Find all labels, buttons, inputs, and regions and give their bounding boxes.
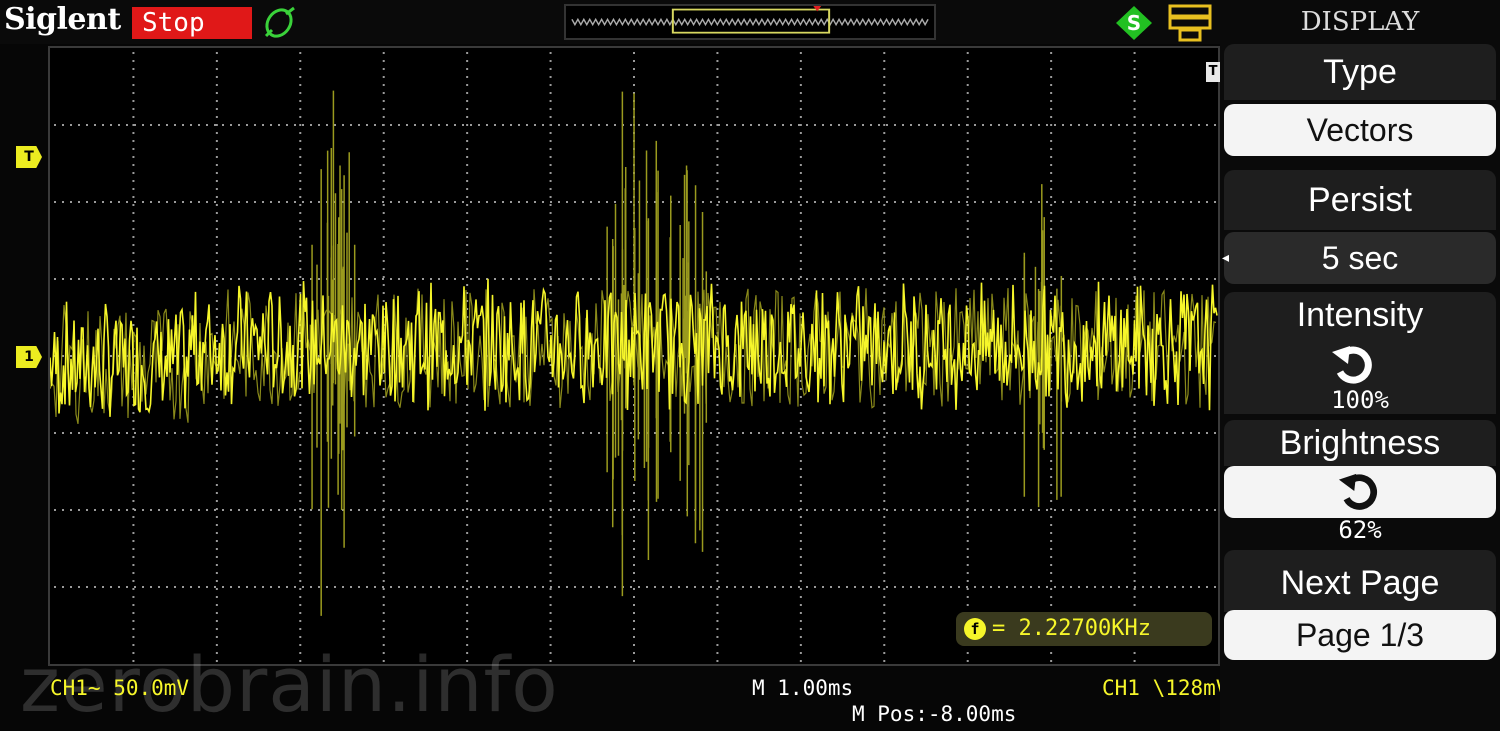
probe-icon [264,6,295,38]
display-menu: DISPLAY Type Vectors Persist 5 sec ◂ Int… [1220,0,1500,731]
sync-icon: S [1116,6,1152,40]
ch1-offset-marker[interactable]: 1 [16,346,42,368]
trigger-level-marker[interactable]: T [16,146,42,168]
persist-value-button[interactable]: 5 sec [1224,232,1496,284]
brand-logo: Siglent [4,2,121,37]
type-value-button[interactable]: Vectors [1224,104,1496,156]
m-pos-readout: M Pos:-8.00ms [852,702,1017,726]
trigger-position-marker[interactable]: T [1206,62,1220,82]
run-status-badge[interactable]: Stop [132,7,252,39]
trigger-readout: CH1 \128mV [1102,676,1229,700]
memory-overview-bar [564,4,936,40]
frequency-icon: f [964,618,986,640]
next-page-label[interactable]: Next Page [1224,550,1496,612]
timebase-readout: M 1.00ms [752,676,854,700]
trigger-icon [1168,4,1212,42]
knob-icon [1332,346,1372,384]
knob-icon [1338,473,1377,510]
svg-text:S: S [1127,11,1141,35]
brightness-knob-button[interactable] [1224,466,1496,518]
frequency-value: = 2.22700KHz [992,616,1151,641]
frequency-readout: f = 2.22700KHz [956,612,1212,646]
ch1-trace [49,90,1218,616]
ch1-scale-readout: CH1~ 50.0mV [50,676,190,700]
persist-arrow-icon: ◂ [1222,250,1230,266]
waveform-plot [49,52,1218,662]
brightness-value: 62% [1338,516,1382,544]
persist-label[interactable]: Persist [1224,170,1496,230]
menu-title: DISPLAY [1300,7,1420,37]
waveform-display [48,46,1220,666]
intensity-value: 100% [1331,386,1389,414]
intensity-label: Intensity [1296,296,1424,334]
page-indicator-button[interactable]: Page 1/3 [1224,610,1496,660]
brightness-label[interactable]: Brightness [1224,420,1496,466]
top-status-bar: Siglent Stop S [0,0,1220,44]
type-label[interactable]: Type [1224,44,1496,100]
